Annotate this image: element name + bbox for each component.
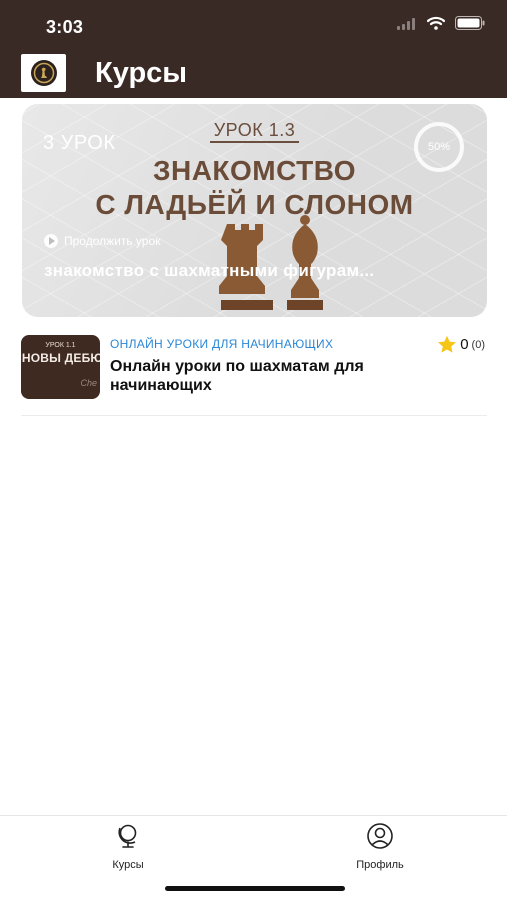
play-icon: [44, 234, 58, 248]
course-card[interactable]: УРОК 1.1 СНОВЫ ДЕБЮТ Che ОНЛАЙН УРОКИ ДЛ…: [21, 334, 487, 416]
globe-icon: [118, 824, 137, 848]
top-bar: 3:03 Курсы: [0, 0, 507, 98]
rating-count: (0): [471, 338, 485, 351]
continue-lesson-label: Продолжить урок: [64, 234, 161, 248]
tab-profile-label: Профиль: [356, 859, 404, 871]
course-rating: 0 (0): [437, 335, 485, 354]
banner-subtitle: знакомство с шахматными фигурам...: [44, 261, 375, 280]
tab-courses-label: Курсы: [112, 859, 144, 871]
rating-value: 0: [460, 336, 469, 353]
page-title: Курсы: [95, 57, 188, 89]
status-icons: [397, 16, 485, 35]
chess-club-logo-icon: [30, 60, 57, 86]
continue-lesson-banner[interactable]: 3 УРОК УРОК 1.3 ЗНАКОМСТВО С ЛАДЬЁЙ И СЛ…: [22, 104, 487, 317]
progress-label: 50%: [427, 141, 451, 153]
course-category: ОНЛАЙН УРОКИ ДЛЯ НАЧИНАЮЩИХ: [110, 337, 334, 351]
home-indicator: [165, 886, 345, 891]
status-time: 3:03: [46, 17, 84, 37]
tab-profile[interactable]: Профиль: [330, 822, 430, 871]
star-icon: [438, 335, 457, 353]
battery-icon: [455, 16, 485, 35]
progress-ring: 50%: [414, 122, 464, 172]
banner-lesson-number: УРОК 1.3: [209, 120, 300, 143]
thumb-script: Che: [80, 378, 97, 388]
thumb-title: СНОВЫ ДЕБЮТ: [21, 351, 100, 365]
continue-lesson-link[interactable]: Продолжить урок: [44, 234, 160, 248]
banner-title: ЗНАКОМСТВО С ЛАДЬЁЙ И СЛОНОМ: [22, 154, 487, 222]
signal-icon: [397, 17, 417, 35]
wifi-icon: [426, 16, 446, 35]
thumb-lesson-label: УРОК 1.1: [45, 342, 76, 349]
course-title: Онлайн уроки по шахматам для начинающих: [110, 358, 364, 394]
profile-icon: [367, 823, 393, 849]
course-thumbnail: УРОК 1.1 СНОВЫ ДЕБЮТ Che: [21, 335, 100, 399]
club-logo[interactable]: [21, 54, 66, 92]
tab-courses[interactable]: Курсы: [78, 822, 178, 871]
